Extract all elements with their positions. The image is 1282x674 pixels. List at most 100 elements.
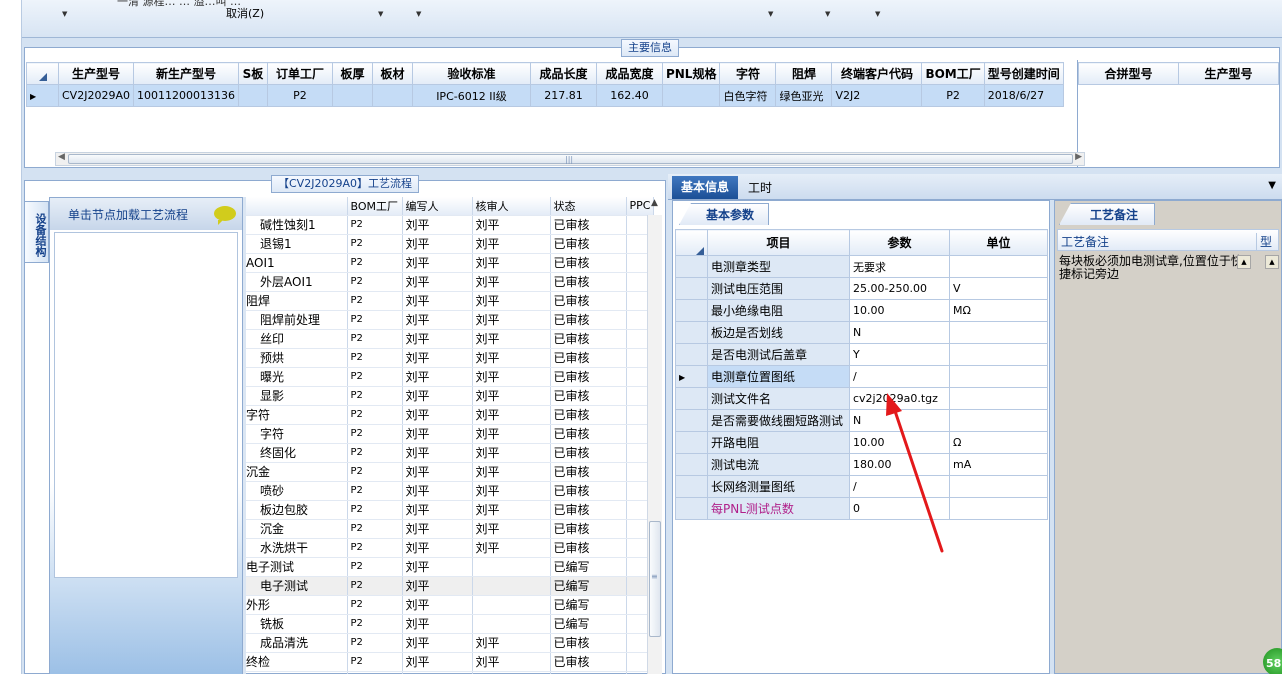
basic-cell-unit[interactable]	[949, 321, 1048, 344]
process-row[interactable]: 预烘 P2 刘平 刘平 已审核	[246, 348, 655, 368]
basic-param-row[interactable]: 长网络测量图纸 /	[675, 475, 1048, 498]
main-col-13[interactable]: BOM工厂	[921, 62, 985, 85]
process-row[interactable]: 外层AOI1 P2 刘平 刘平 已审核	[246, 272, 655, 292]
process-col-3[interactable]: 核审人	[472, 197, 551, 216]
dropdown-arrow-icon[interactable]: ▼	[62, 10, 67, 18]
process-row[interactable]: 板边包胶 P2 刘平 刘平 已审核	[246, 500, 655, 520]
dropdown-arrow-icon[interactable]: ▼	[825, 10, 830, 18]
process-col-5[interactable]: PPC	[626, 197, 655, 216]
main-horizontal-scrollbar[interactable]: ◀ ||| ▶	[55, 152, 1085, 166]
main-col-12[interactable]: 终端客户代码	[831, 62, 923, 85]
basic-cell-unit[interactable]	[949, 497, 1048, 520]
scroll-thumb[interactable]: |||	[68, 154, 1073, 164]
row-indicator[interactable]	[675, 431, 708, 454]
scroll-left-icon[interactable]: ◀	[58, 152, 65, 162]
process-row[interactable]: 成品清洗 P2 刘平 刘平 已审核	[246, 633, 655, 653]
process-row[interactable]: 碱性蚀刻1 P2 刘平 刘平 已审核	[246, 215, 655, 235]
main-col-4[interactable]: 板厚	[331, 62, 373, 85]
tab-work-hours[interactable]: 工时	[748, 179, 772, 196]
scroll-up-icon[interactable]: ▲	[1265, 255, 1279, 269]
basic-cell-unit[interactable]	[949, 475, 1048, 498]
main-cell-0[interactable]: CV2J2029A0	[58, 84, 134, 107]
status-badge[interactable]: 58	[1263, 648, 1282, 674]
row-indicator[interactable]	[675, 409, 708, 432]
main-col-10[interactable]: 字符	[719, 62, 777, 85]
basic-cell-param[interactable]: 180.00	[849, 453, 950, 476]
basic-param-row[interactable]: 是否需要做线圈短路测试 N	[675, 409, 1048, 432]
row-indicator[interactable]: ▶	[26, 84, 59, 107]
dropdown-arrow-icon[interactable]: ▼	[378, 10, 383, 18]
main-cell-14[interactable]: 2018/6/27	[983, 84, 1064, 107]
main-col-14[interactable]: 型号创建时间	[983, 62, 1064, 85]
basic-param-row[interactable]: 开路电阻 10.00 Ω	[675, 431, 1048, 454]
basic-param-row[interactable]: 测试文件名 cv2j2029a0.tgz	[675, 387, 1048, 410]
basic-cell-unit[interactable]	[949, 387, 1048, 410]
row-indicator[interactable]	[675, 321, 708, 344]
process-row[interactable]: 水洗烘干 P2 刘平 刘平 已审核	[246, 538, 655, 558]
row-indicator[interactable]	[675, 475, 708, 498]
basic-cell-param[interactable]: 10.00	[849, 299, 950, 322]
process-row[interactable]: 字符 P2 刘平 刘平 已审核	[246, 405, 655, 425]
basic-cell-param[interactable]: 0	[849, 497, 950, 520]
process-row[interactable]: AOI1 P2 刘平 刘平 已审核	[246, 253, 655, 273]
row-indicator[interactable]	[675, 387, 708, 410]
cancel-menu-item[interactable]: 取消(Z)	[226, 5, 264, 21]
main-col-1[interactable]: 新生产型号	[132, 62, 239, 85]
col-item[interactable]: 项目	[707, 229, 850, 256]
process-row[interactable]: 外形 P2 刘平 已编写	[246, 595, 655, 615]
remark-text[interactable]: 每块板必须加电测试章,位置位于快捷标记旁边	[1057, 253, 1249, 283]
basic-cell-param[interactable]: 10.00	[849, 431, 950, 454]
process-row[interactable]: 铣板 P2 刘平 已编写	[246, 614, 655, 634]
process-row[interactable]: 字符 P2 刘平 刘平 已审核	[246, 424, 655, 444]
process-col-0[interactable]	[246, 197, 348, 216]
basic-param-row[interactable]: 电测章类型 无要求	[675, 255, 1048, 278]
basic-cell-unit[interactable]: MΩ	[949, 299, 1048, 322]
main-cell-10[interactable]: 白色字符	[719, 84, 777, 107]
row-indicator[interactable]	[675, 453, 708, 476]
basic-param-row[interactable]: 板边是否划线 N	[675, 321, 1048, 344]
main-cell-11[interactable]: 绿色亚光	[775, 84, 833, 107]
process-row[interactable]: 电子测试 P2 刘平 已编写	[246, 557, 655, 577]
main-col-7[interactable]: 成品长度	[529, 62, 597, 85]
basic-param-row[interactable]: 是否电测试后盖章 Y	[675, 343, 1048, 366]
main-cell-6[interactable]: IPC-6012 II级	[411, 84, 531, 107]
process-row[interactable]: 沉金 P2 刘平 刘平 已审核	[246, 519, 655, 539]
main-col-6[interactable]: 验收标准	[411, 62, 531, 85]
process-col-2[interactable]: 编写人	[402, 197, 473, 216]
main-cell-3[interactable]: P2	[266, 84, 333, 107]
row-indicator[interactable]: ▶	[675, 365, 708, 388]
basic-cell-param[interactable]: /	[849, 365, 950, 388]
process-vertical-scrollbar[interactable]: ▲ ≡	[647, 198, 662, 674]
tab-basic-params[interactable]: 基本参数	[679, 203, 770, 225]
basic-cell-param[interactable]: 25.00-250.00	[849, 277, 950, 300]
process-row[interactable]: 喷砂 P2 刘平 刘平 已审核	[246, 481, 655, 501]
basic-cell-unit[interactable]: Ω	[949, 431, 1048, 454]
process-row[interactable]: 丝印 P2 刘平 刘平 已审核	[246, 329, 655, 349]
main-col-3[interactable]: 订单工厂	[266, 62, 333, 85]
basic-cell-unit[interactable]	[949, 409, 1048, 432]
col-type[interactable]: 型	[1256, 233, 1272, 250]
process-row[interactable]: 电子测试 P2 刘平 已编写	[246, 576, 655, 596]
basic-param-row[interactable]: 最小绝缘电阻 10.00 MΩ	[675, 299, 1048, 322]
process-row[interactable]: 曝光 P2 刘平 刘平 已审核	[246, 367, 655, 387]
row-indicator[interactable]	[675, 497, 708, 520]
main-cell-2[interactable]	[237, 84, 268, 107]
basic-cell-param[interactable]: N	[849, 321, 950, 344]
dropdown-arrow-icon[interactable]: ▼	[875, 10, 880, 18]
side-col-combined-model[interactable]: 合拼型号	[1078, 62, 1179, 85]
main-cell-1[interactable]: 10011200013136	[132, 84, 239, 107]
basic-param-row[interactable]: 测试电流 180.00 mA	[675, 453, 1048, 476]
basic-cell-param[interactable]: 无要求	[849, 255, 950, 278]
row-indicator[interactable]	[675, 277, 708, 300]
basic-param-row[interactable]: 每PNL测试点数 0	[675, 497, 1048, 520]
process-col-1[interactable]: BOM工厂	[347, 197, 403, 216]
process-col-4[interactable]: 状态	[550, 197, 627, 216]
scroll-up-icon[interactable]: ▲	[651, 198, 658, 208]
main-cell-12[interactable]: V2J2	[831, 84, 923, 107]
process-row[interactable]: 沉金 P2 刘平 刘平 已审核	[246, 462, 655, 482]
main-cell-13[interactable]: P2	[921, 84, 985, 107]
side-col-model[interactable]: 生产型号	[1178, 62, 1279, 85]
tab-process-remark[interactable]: 工艺备注	[1059, 203, 1156, 225]
basic-cell-unit[interactable]	[949, 343, 1048, 366]
vertical-tab-equipment[interactable]: 设备结构	[25, 201, 49, 263]
